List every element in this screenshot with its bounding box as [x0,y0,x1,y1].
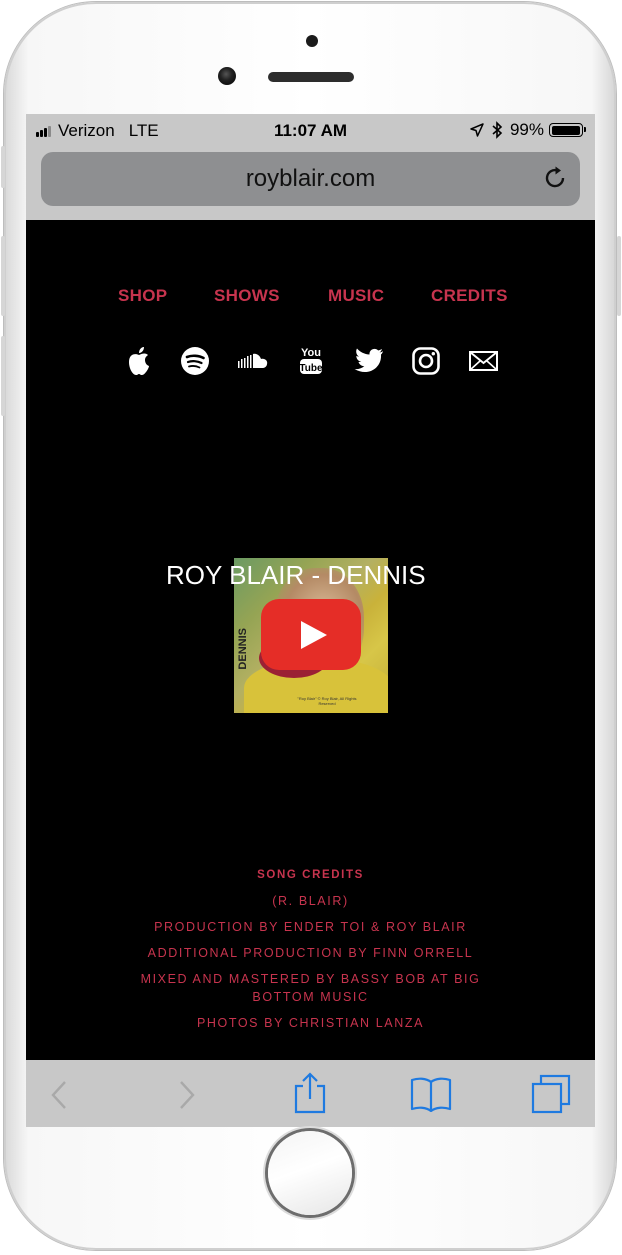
back-chevron-icon[interactable] [50,1080,70,1110]
play-button-icon[interactable] [261,599,361,670]
credit-line: MIXED AND MASTERED BY BASSY BOB AT BIG B… [140,972,481,1004]
svg-text:Tube: Tube [299,363,323,374]
video-title[interactable]: ROY BLAIR - DENNIS [166,560,426,591]
status-bar: Verizon LTE 11:07 AM 99% [26,114,595,148]
proximity-sensor [306,35,318,47]
battery-percent: 99% [509,120,544,139]
power-button [617,236,621,316]
spotify-icon[interactable] [181,347,209,375]
nav-shows[interactable]: SHOWS [214,286,280,306]
forward-chevron-icon[interactable] [176,1080,196,1110]
credit-line: PHOTOS BY CHRISTIAN LANZA [196,1016,425,1030]
volume-down-button [1,336,5,416]
url-text[interactable]: royblair.com [41,165,580,193]
address-bar[interactable]: royblair.com [41,152,580,206]
svg-text:You: You [301,347,321,359]
bookmarks-icon[interactable] [410,1076,452,1112]
video-thumbnail-fine-print: "Roy Blair" © Roy Blair, All Rights Rese… [297,696,357,706]
browser-address-area: royblair.com [26,148,595,220]
volume-up-button [1,236,5,316]
credit-line: PRODUCTION BY ENDER TOI & ROY BLAIR [154,920,467,934]
mail-icon[interactable] [469,351,498,371]
phone-screen: Verizon LTE 11:07 AM 99% royblair.com SH… [26,114,595,1127]
bluetooth-icon [492,121,503,139]
home-button[interactable] [268,1131,352,1215]
battery-icon [549,123,586,137]
tabs-icon[interactable] [531,1074,571,1114]
credit-line: ADDITIONAL PRODUCTION BY FINN ORRELL [147,946,474,960]
credits-heading: SONG CREDITS [257,869,364,881]
soundcloud-icon[interactable] [238,352,268,370]
twitter-icon[interactable] [354,348,384,374]
song-credits: SONG CREDITS (R. BLAIR) PRODUCTION BY EN… [136,866,485,1032]
mute-switch [1,146,5,188]
instagram-icon[interactable] [412,347,440,375]
reload-icon[interactable] [542,165,568,191]
nav-shop[interactable]: SHOP [118,286,167,306]
credit-line: (R. BLAIR) [272,894,349,908]
location-arrow-icon [470,123,484,137]
nav-music[interactable]: MUSIC [328,286,384,306]
earpiece-speaker [268,72,354,82]
video-thumbnail-side-text: DENNIS [237,628,249,670]
share-icon[interactable] [293,1072,327,1114]
browser-toolbar [26,1060,595,1127]
apple-icon[interactable] [126,346,152,376]
nav-credits[interactable]: CREDITS [431,286,508,306]
status-right: 99% [470,120,586,140]
youtube-icon[interactable]: You Tube [298,344,324,376]
front-camera [218,67,236,85]
